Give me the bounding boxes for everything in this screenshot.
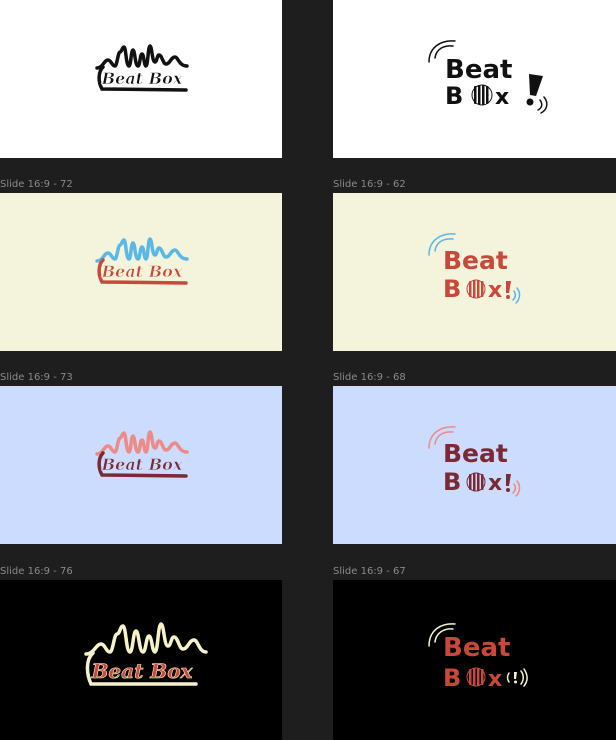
beat-box-wordmark: Beat Box: [91, 659, 194, 683]
beat-box-wordmark: Beat Box: [101, 262, 183, 281]
beat-box-exclaim-logo: Beat B x: [428, 426, 521, 497]
box-letter-b: B: [445, 82, 463, 110]
box-letter-b: B: [443, 664, 461, 692]
frame-label-r2-left: Slide 16:9 - 72: [0, 179, 73, 190]
exclamation-icon: [506, 281, 511, 293]
frame-label-r4-left: Slide 16:9 - 76: [0, 566, 73, 577]
box-letter-b: B: [443, 275, 461, 303]
slide-frame-r2-right[interactable]: Beat B x: [333, 193, 616, 351]
box-letter-x: x: [495, 85, 509, 110]
frame-label-r4-right: Slide 16:9 - 67: [333, 566, 406, 577]
slide-frame-r3-left[interactable]: Beat Box: [0, 386, 282, 544]
slide-frame-r1-right[interactable]: Beat B x: [333, 0, 616, 158]
slide-frame-r2-left[interactable]: Beat Box: [0, 193, 282, 351]
speaker-ball-icon: [471, 84, 493, 106]
exclamation-icon: [514, 672, 517, 679]
frame-label-r3-left: Slide 16:9 - 73: [0, 372, 73, 383]
sound-waves-icon: [506, 672, 510, 683]
beat-box-wordmark: Beat Box: [101, 455, 183, 474]
speaker-ball-icon: [466, 279, 486, 299]
slide-frame-r3-right[interactable]: Beat B x: [333, 386, 616, 544]
box-letter-b: B: [443, 468, 461, 496]
slide-frame-r1-left[interactable]: Beat Box: [0, 0, 282, 158]
box-letter-x: x: [488, 278, 502, 303]
beat-box-exclaim-logo: Beat B x: [428, 40, 548, 114]
beat-box-wave-logo: Beat Box: [84, 622, 208, 686]
beat-box-wordmark: Beat Box: [101, 69, 183, 88]
box-letter-x: x: [488, 667, 502, 692]
beat-box-exclaim-logo: Beat B x: [428, 233, 521, 304]
beat-box-wave-logo: Beat Box: [95, 430, 189, 478]
slide-frame-r4-right[interactable]: Beat B x: [333, 580, 616, 740]
speaker-ball-icon: [466, 472, 486, 492]
exclamation-icon: [529, 74, 543, 96]
beat-box-exclaim-logo: Beat B x: [428, 623, 528, 692]
beat-word: Beat: [443, 246, 508, 275]
beat-box-wave-logo: Beat Box: [95, 237, 189, 285]
frame-label-r3-right: Slide 16:9 - 68: [333, 372, 406, 383]
beat-word: Beat: [445, 55, 512, 85]
slide-frame-r4-left[interactable]: Beat Box: [0, 580, 282, 740]
box-letter-x: x: [488, 471, 502, 496]
speaker-ball-icon: [466, 667, 486, 687]
exclamation-icon: [506, 474, 511, 486]
beat-word: Beat: [443, 439, 508, 468]
beat-box-wave-logo: Beat Box: [95, 44, 189, 92]
frame-label-r2-right: Slide 16:9 - 62: [333, 179, 406, 190]
beat-word: Beat: [443, 633, 510, 663]
